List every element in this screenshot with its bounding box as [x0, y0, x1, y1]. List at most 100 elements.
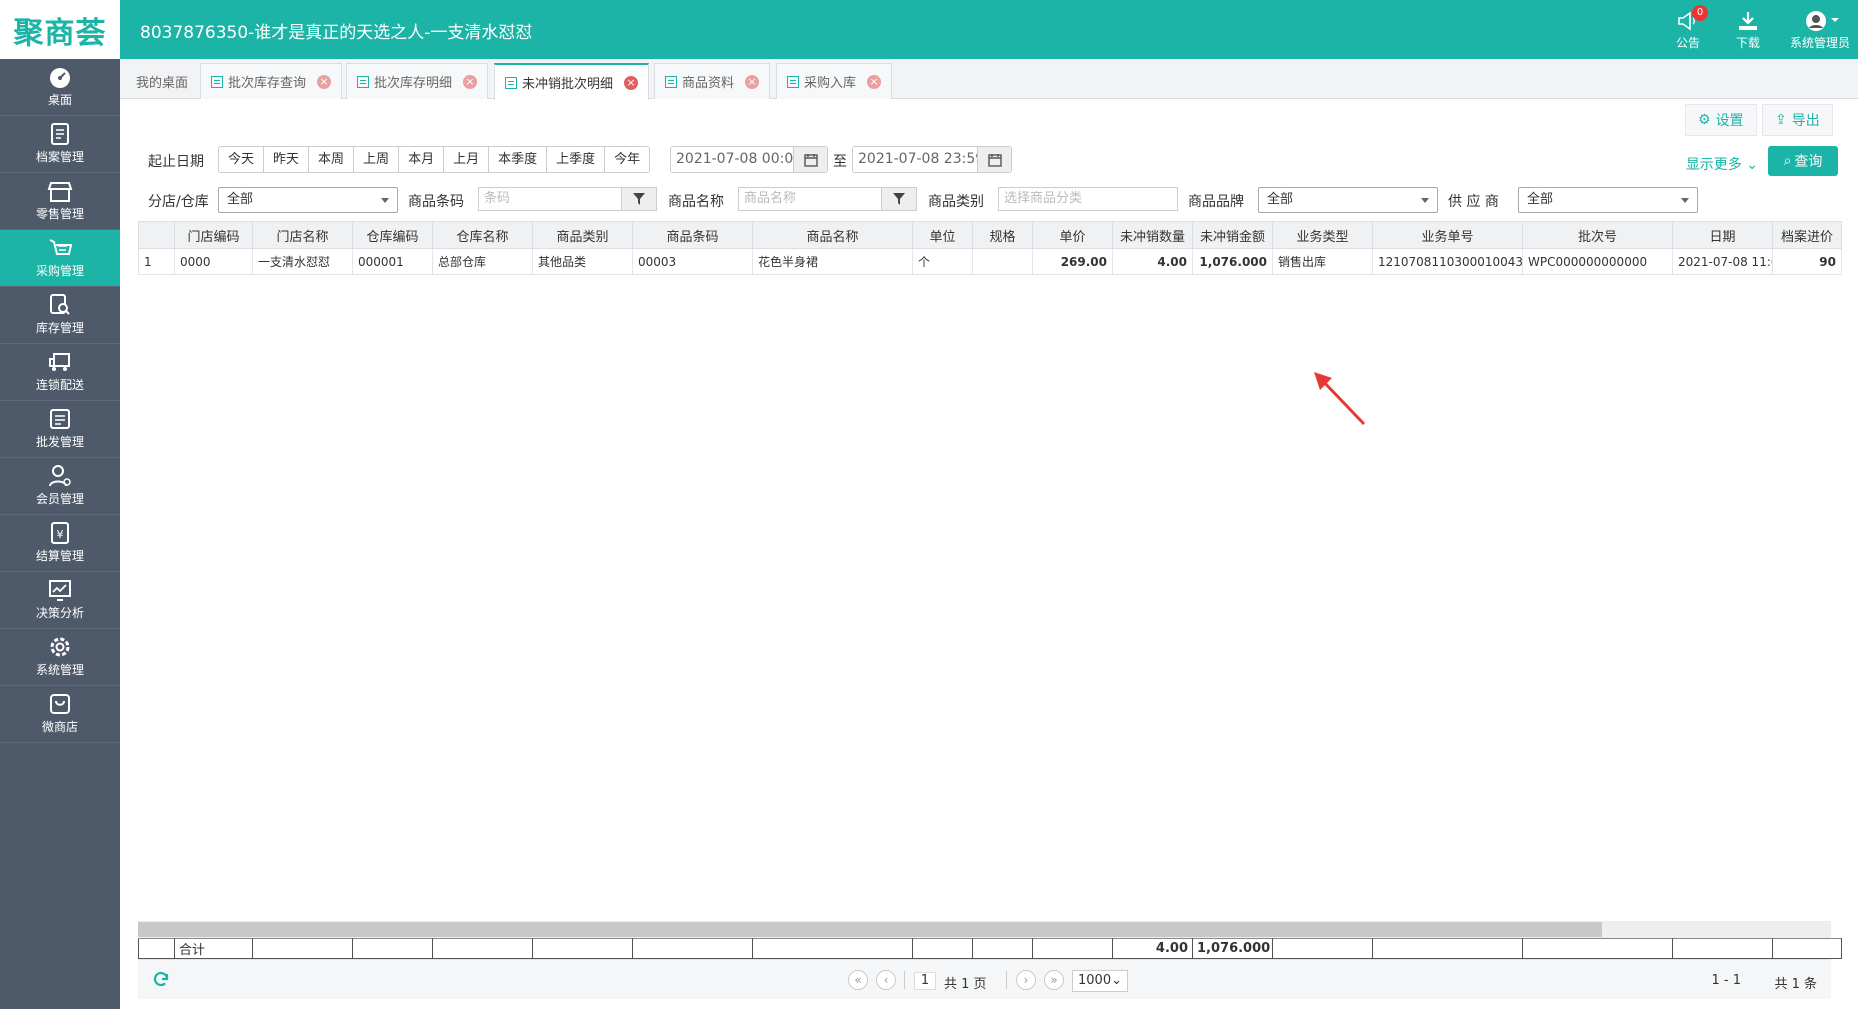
column-header[interactable]: 单位 — [912, 221, 973, 249]
tab-product-info[interactable]: 商品资料 × — [654, 63, 771, 99]
column-header[interactable]: 商品条码 — [632, 221, 753, 249]
close-icon[interactable]: × — [317, 74, 332, 89]
tab-label: 批次库存明细 — [374, 76, 453, 91]
close-icon[interactable]: × — [463, 74, 478, 89]
sidebar-item-archive[interactable]: 档案管理 — [0, 116, 120, 173]
column-header[interactable]: 未冲销金额 — [1192, 221, 1273, 249]
caret-down-icon — [1421, 198, 1429, 203]
last-page-button[interactable]: » — [1044, 970, 1064, 990]
horizontal-scrollbar[interactable] — [138, 921, 1831, 938]
column-header[interactable]: 仓库名称 — [432, 221, 533, 249]
barcode-filter-button[interactable] — [621, 187, 657, 211]
sidebar-item-member[interactable]: 会员管理 — [0, 458, 120, 515]
sidebar-item-desktop[interactable]: 桌面 — [0, 59, 120, 116]
column-header[interactable]: 批次号 — [1522, 221, 1673, 249]
sidebar-item-distribution[interactable]: 连锁配送 — [0, 344, 120, 401]
quick-date-last-week[interactable]: 上周 — [354, 147, 400, 172]
tab-purchase-inbound[interactable]: 采购入库 × — [776, 63, 893, 99]
column-header[interactable]: 门店编码 — [174, 221, 253, 249]
tab-unwritten-off-batch-detail[interactable]: 未冲销批次明细 × — [494, 63, 650, 100]
document-icon — [787, 75, 799, 88]
table-cell: 花色半身裙 — [752, 248, 913, 275]
user-menu[interactable]: 系统管理员 — [1782, 8, 1858, 51]
show-more-label: 显示更多 — [1685, 157, 1742, 173]
show-more-link[interactable]: 显示更多 ⌄ — [1686, 154, 1758, 174]
page-number-input[interactable]: 1 — [914, 972, 936, 990]
quick-date-today[interactable]: 今天 — [219, 147, 265, 172]
table-row[interactable]: 1 0000 一支清水怼怼 000001 总部仓库 其他品类 00003 花色半… — [138, 248, 1842, 275]
column-header — [138, 221, 175, 249]
quick-date-last-month[interactable]: 上月 — [444, 147, 490, 172]
refresh-icon[interactable] — [152, 971, 170, 989]
sidebar-item-inventory[interactable]: 库存管理 — [0, 287, 120, 344]
product-name-filter-button[interactable] — [881, 187, 917, 211]
tab-batch-stock-query[interactable]: 批次库存查询 × — [200, 63, 343, 99]
column-header[interactable]: 档案进价 — [1772, 221, 1842, 249]
brand-select[interactable]: 全部 — [1258, 187, 1438, 213]
document-icon — [357, 75, 369, 88]
quick-date-this-quarter[interactable]: 本季度 — [489, 147, 548, 172]
totals-amount: 1,076.000 — [1192, 938, 1273, 959]
close-icon[interactable]: × — [867, 74, 882, 89]
first-page-button[interactable]: « — [848, 970, 868, 990]
dashboard-icon — [50, 68, 70, 88]
prev-page-button[interactable]: ‹ — [876, 970, 896, 990]
date-to-input[interactable]: 2021-07-08 23:59 — [852, 146, 1012, 173]
quick-date-this-month[interactable]: 本月 — [399, 147, 445, 172]
annotation-arrow — [1314, 372, 1366, 426]
query-button[interactable]: ⌕ 查询 — [1768, 146, 1838, 176]
sidebar-item-analysis[interactable]: 决策分析 — [0, 572, 120, 629]
tab-label: 批次库存查询 — [228, 76, 307, 91]
column-header[interactable]: 门店名称 — [252, 221, 353, 249]
page-size-select[interactable]: 1000 ⌄ — [1072, 970, 1128, 992]
column-header[interactable]: 仓库编码 — [352, 221, 433, 249]
calendar-icon[interactable] — [977, 147, 1011, 172]
caret-down-icon — [381, 198, 389, 203]
column-header[interactable]: 业务单号 — [1372, 221, 1523, 249]
totals-empty-cell — [1672, 938, 1773, 959]
quick-date-this-year[interactable]: 今年 — [605, 147, 649, 172]
settings-button[interactable]: ⚙ 设置 — [1685, 104, 1757, 136]
sidebar-item-purchase[interactable]: 采购管理 — [0, 230, 120, 287]
column-header[interactable]: 规格 — [972, 221, 1033, 249]
sidebar-item-settlement[interactable]: ¥ 结算管理 — [0, 515, 120, 572]
column-header[interactable]: 商品名称 — [752, 221, 913, 249]
column-header[interactable]: 未冲销数量 — [1112, 221, 1193, 249]
logo: 聚商荟 — [0, 0, 120, 59]
sidebar-item-retail[interactable]: 零售管理 — [0, 173, 120, 230]
column-header[interactable]: 日期 — [1672, 221, 1773, 249]
column-header[interactable]: 商品类别 — [532, 221, 633, 249]
quick-date-this-week[interactable]: 本周 — [309, 147, 355, 172]
close-icon[interactable]: × — [624, 75, 639, 90]
export-button[interactable]: ⇪ 导出 — [1762, 104, 1833, 136]
barcode-input[interactable]: 条码 — [478, 187, 622, 211]
table-cell: 000001 — [352, 248, 433, 275]
gear-icon: ⚙ — [1698, 112, 1711, 128]
notice-label: 公告 — [1675, 36, 1700, 50]
supplier-select[interactable]: 全部 — [1518, 187, 1698, 213]
store-select[interactable]: 全部 — [218, 187, 398, 213]
scrollbar-thumb[interactable] — [138, 922, 1602, 937]
tab-label: 商品资料 — [682, 76, 735, 91]
quick-date-yesterday[interactable]: 昨天 — [264, 147, 310, 172]
next-page-button[interactable]: › — [1016, 970, 1036, 990]
inventory-icon — [50, 294, 70, 315]
tab-batch-stock-detail[interactable]: 批次库存明细 × — [346, 63, 489, 99]
download-icon — [1739, 12, 1757, 30]
product-name-input[interactable]: 商品名称 — [738, 187, 882, 211]
column-header[interactable]: 单价 — [1032, 221, 1113, 249]
download-button[interactable]: 下载 — [1718, 8, 1778, 51]
sidebar-item-wholesale[interactable]: 批发管理 — [0, 401, 120, 458]
date-from-input[interactable]: 2021-07-08 00:00 — [670, 146, 828, 173]
notice-button[interactable]: 0 公告 — [1658, 5, 1718, 51]
close-icon[interactable]: × — [745, 74, 760, 89]
user-label: 系统管理员 — [1789, 36, 1850, 50]
calendar-icon[interactable] — [793, 147, 827, 172]
sidebar-item-microshop[interactable]: 微商店 — [0, 686, 120, 743]
quick-date-last-quarter[interactable]: 上季度 — [547, 147, 606, 172]
category-input[interactable]: 选择商品分类 — [998, 187, 1178, 211]
sidebar-item-system[interactable]: 系统管理 — [0, 629, 120, 686]
column-header[interactable]: 业务类型 — [1272, 221, 1373, 249]
page-size-value: 1000 — [1078, 973, 1112, 988]
tab-desktop[interactable]: 我的桌面 — [126, 63, 198, 99]
